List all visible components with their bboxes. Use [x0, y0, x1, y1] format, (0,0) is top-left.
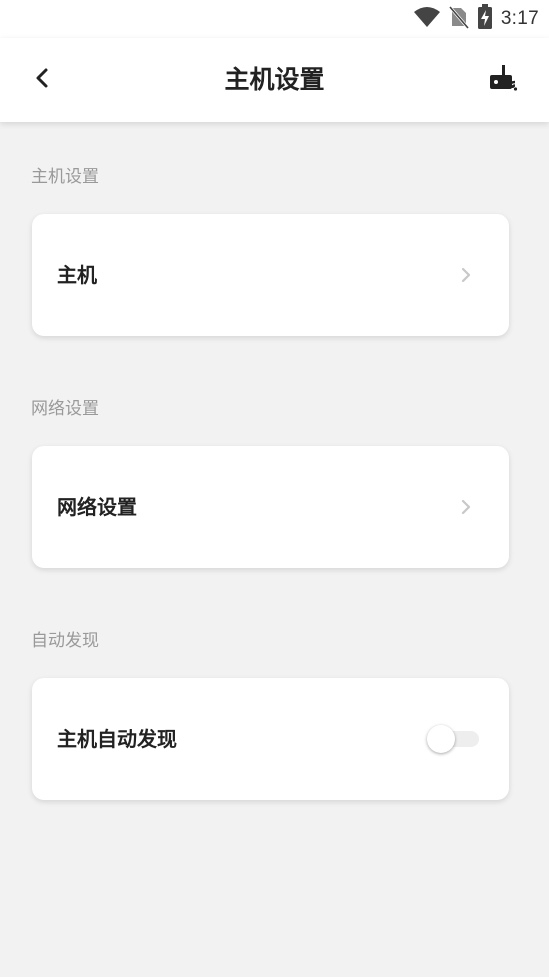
chevron-right-icon	[459, 496, 473, 518]
wifi-icon	[413, 6, 441, 32]
auto-discovery-toggle[interactable]	[427, 725, 483, 753]
host-item[interactable]: 主机	[32, 214, 509, 336]
battery-charging-icon	[477, 4, 493, 34]
network-settings-item[interactable]: 网络设置	[32, 446, 509, 568]
no-sim-icon	[448, 5, 469, 33]
chevron-right-icon	[459, 264, 473, 286]
status-bar: 3:17	[0, 0, 549, 38]
app-header: 主机设置	[0, 38, 549, 122]
toggle-knob	[427, 725, 455, 753]
section-label-auto-discovery: 自动发现	[31, 631, 99, 651]
network-settings-label: 网络设置	[57, 495, 137, 519]
status-icons: 3:17	[413, 4, 539, 34]
section-label-network: 网络设置	[31, 399, 99, 419]
auto-discovery-label: 主机自动发现	[57, 727, 177, 751]
page-title: 主机设置	[224, 65, 325, 94]
section-label-host: 主机设置	[31, 167, 99, 187]
host-device-button[interactable]	[485, 62, 521, 98]
host-device-icon	[488, 64, 518, 96]
host-item-label: 主机	[57, 263, 97, 287]
status-time: 3:17	[500, 8, 539, 29]
auto-discovery-item: 主机自动发现	[32, 678, 509, 800]
app-screen: 3:17 主机设置 主机设置 主机 网络设置 网络设置 自动发现 主机自动发现	[0, 0, 549, 977]
